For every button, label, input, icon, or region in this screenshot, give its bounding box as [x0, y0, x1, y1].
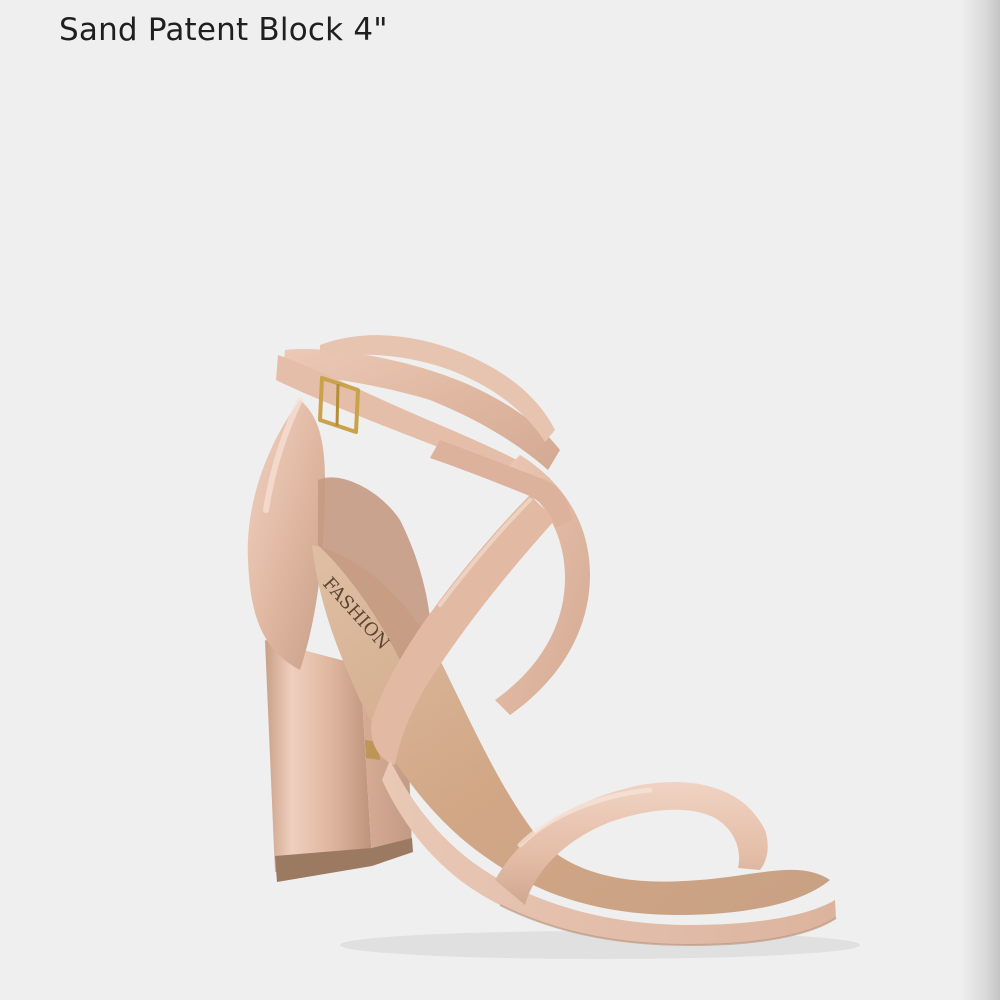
heel-counter	[247, 397, 325, 670]
product-viewer: Sand Patent Block 4" FASHION	[0, 0, 1000, 1000]
product-image[interactable]: FASHION	[0, 0, 1000, 1000]
